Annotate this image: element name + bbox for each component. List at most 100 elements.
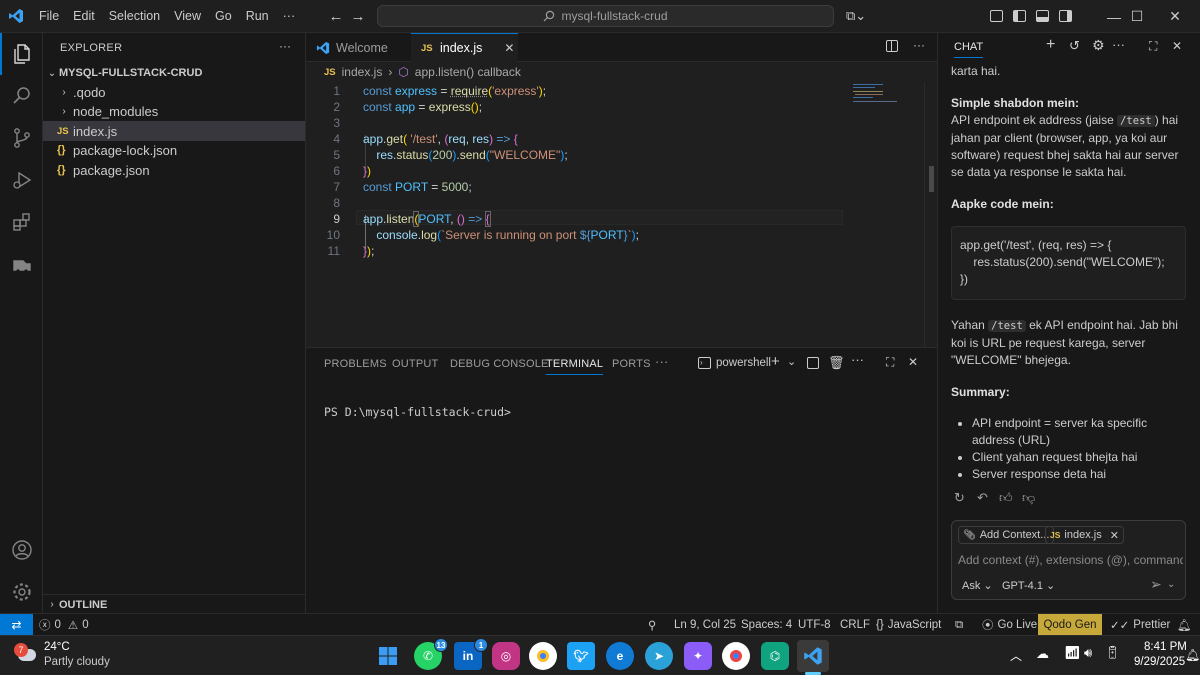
copilot-app-icon[interactable]: ✦ (684, 642, 712, 670)
thumbs-down-icon[interactable]: 👎︎ (1022, 490, 1035, 506)
history-icon[interactable]: ↺ (1069, 38, 1080, 54)
panel-tab-debug-console[interactable]: DEBUG CONSOLE (450, 358, 549, 370)
run-debug-icon[interactable] (0, 159, 43, 201)
search-activity-icon[interactable] (0, 75, 43, 117)
tree-item-index-js[interactable]: JS index.js (43, 121, 305, 141)
outline-section-header[interactable]: › OUTLINE (43, 594, 305, 614)
telegram-icon[interactable]: ➤ (645, 642, 673, 670)
account-icon[interactable] (0, 529, 43, 571)
menu-view[interactable]: View (167, 0, 208, 33)
chat-code-block[interactable]: app.get('/test', (req, res) => { res.sta… (951, 226, 1186, 300)
settings-gear-icon[interactable] (0, 571, 43, 613)
code-editor[interactable]: 1 2 3 4 5 6 7 8 9 10 11 const express = … (306, 82, 937, 347)
tray-chevron-up-icon[interactable]: ︿ (1010, 647, 1022, 664)
tree-item-node-modules[interactable]: › node_modules (43, 101, 305, 121)
instagram-icon[interactable]: ◎ (492, 642, 520, 670)
notification-center-icon[interactable]: 🔔︎ (1185, 648, 1200, 662)
close-window-button[interactable]: ✕ (1152, 0, 1198, 33)
twitter-icon[interactable]: 🐦︎ (567, 642, 595, 670)
panel-tab-terminal[interactable]: TERMINAL (546, 358, 604, 375)
extensions-icon[interactable] (0, 201, 43, 243)
send-options-chevron-icon[interactable]: ⌄ (1167, 579, 1175, 590)
mode-select[interactable]: Ask ⌄ (962, 579, 993, 592)
weather-widget-icon[interactable]: 7 (14, 643, 38, 667)
toggle-secondary-sidebar-icon[interactable] (1059, 10, 1072, 22)
maximize-panel-icon[interactable]: ⛶ (886, 355, 894, 370)
panel-tab-output[interactable]: OUTPUT (392, 358, 438, 370)
explorer-icon[interactable] (0, 33, 43, 75)
trash-icon[interactable]: 🗑 (828, 355, 845, 371)
add-context-button[interactable]: 📎︎ Add Context... (958, 526, 1055, 544)
problems-indicator[interactable]: ⓧ 0 ⚠ 0 (39, 614, 89, 636)
send-icon[interactable]: ➢ (1150, 576, 1162, 593)
chat-input-field[interactable]: Add context (#), extensions (@), command… (958, 553, 1183, 567)
close-chat-icon[interactable]: ✕ (1172, 39, 1182, 53)
language-mode[interactable]: {} JavaScript (876, 614, 941, 636)
panel-more-icon[interactable]: ··· (655, 354, 669, 369)
command-center-search[interactable]: mysql-fullstack-crud (377, 5, 834, 27)
volume-icon[interactable]: 🔊︎ (1084, 645, 1092, 661)
source-control-icon[interactable] (0, 117, 43, 159)
customize-layout-icon[interactable] (990, 10, 1003, 22)
split-terminal-icon[interactable] (807, 357, 819, 369)
breadcrumb-file[interactable]: index.js (342, 65, 383, 79)
chat-settings-gear-icon[interactable]: ⚙ (1092, 37, 1105, 54)
editor-scrollbar[interactable] (924, 82, 937, 347)
indentation[interactable]: Spaces: 4 (741, 614, 792, 636)
chatgpt-icon[interactable]: ⌬ (761, 642, 789, 670)
thumbs-up-icon[interactable]: 👍︎ (999, 490, 1013, 506)
menu-go[interactable]: Go (208, 0, 239, 33)
retry-icon[interactable]: ↻ (954, 490, 965, 506)
remove-context-icon[interactable]: ✕ (1110, 529, 1119, 542)
tree-item-qodo[interactable]: › .qodo (43, 82, 305, 102)
close-panel-icon[interactable]: ✕ (908, 355, 918, 369)
line-ending[interactable]: CRLF (840, 614, 870, 636)
maximize-chat-icon[interactable]: ⛶ (1149, 39, 1157, 54)
tab-welcome[interactable]: Welcome (306, 33, 410, 62)
clock-time[interactable]: 8:41 PM (1144, 641, 1187, 653)
chat-title[interactable]: CHAT (954, 41, 984, 58)
chrome-icon[interactable] (529, 642, 557, 670)
terminal-prompt[interactable]: PS D:\mysql-fullstack-crud> (324, 405, 511, 419)
terminal-shell-name[interactable]: powershell (716, 357, 771, 369)
breadcrumb-symbol[interactable]: app.listen() callback (415, 65, 521, 79)
chrome-profile-icon[interactable] (722, 642, 750, 670)
menu-run[interactable]: Run (239, 0, 276, 33)
panel-tab-problems[interactable]: PROBLEMS (324, 358, 387, 370)
linkedin-icon[interactable]: in 1 (454, 638, 488, 670)
battery-icon[interactable]: 🔋︎ (1104, 645, 1121, 661)
minimap[interactable] (849, 82, 922, 112)
undo-icon[interactable]: ↶ (977, 490, 988, 506)
new-chat-icon[interactable]: + (1046, 36, 1055, 54)
tree-item-package-json[interactable]: {} package.json (43, 160, 305, 180)
wifi-icon[interactable]: 📶︎ (1064, 645, 1081, 661)
project-folder-header[interactable]: ⌄ MYSQL-FULLSTACK-CRUD (43, 63, 305, 83)
prettier-status[interactable]: ✓✓ Prettier (1110, 614, 1170, 636)
layout-icon-status[interactable]: ⧉ (955, 614, 963, 636)
vscode-taskbar-icon[interactable] (797, 640, 829, 672)
model-select[interactable]: GPT-4.1 ⌄ (1002, 579, 1055, 592)
go-live-button[interactable]: ⦿ Go Live (982, 614, 1037, 636)
menu-more[interactable]: ··· (276, 0, 303, 33)
editor-more-icon[interactable]: ··· (913, 38, 925, 52)
menu-edit[interactable]: Edit (66, 0, 102, 33)
panel-more-actions-icon[interactable]: ··· (851, 352, 864, 367)
notifications-bell-icon[interactable]: 🔔︎ (1177, 614, 1192, 636)
context-file-chip[interactable]: JS index.js ✕ (1045, 526, 1124, 544)
copilot-icon[interactable]: ⧉⌄ (846, 8, 866, 24)
clock-date[interactable]: 9/29/2025 (1134, 656, 1185, 668)
split-editor-icon[interactable] (886, 40, 898, 52)
menu-selection[interactable]: Selection (102, 0, 167, 33)
copilot-status-icon[interactable]: ⚲ (648, 614, 656, 636)
edge-icon[interactable]: e (606, 642, 634, 670)
remote-indicator[interactable]: ⇄ (0, 614, 33, 636)
cursor-position[interactable]: Ln 9, Col 25 (674, 614, 736, 636)
cloud-tray-icon[interactable]: ☁ (1036, 646, 1049, 662)
encoding[interactable]: UTF-8 (798, 614, 831, 636)
remote-explorer-icon[interactable] (0, 243, 43, 285)
scrollbar-thumb[interactable] (929, 166, 934, 192)
tree-item-package-lock[interactable]: {} package-lock.json (43, 140, 305, 160)
close-tab-icon[interactable]: ✕ (504, 41, 514, 55)
chat-more-icon[interactable]: ··· (1112, 37, 1125, 52)
toggle-panel-icon[interactable] (1036, 10, 1049, 22)
